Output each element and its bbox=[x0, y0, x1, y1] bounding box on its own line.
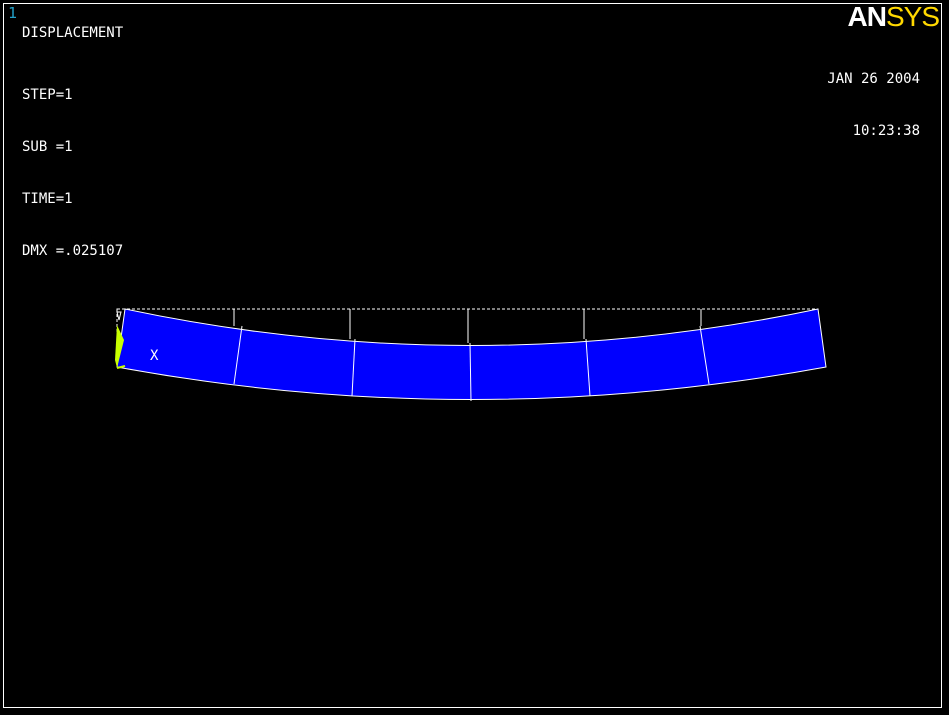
triad-x-label: X bbox=[150, 348, 159, 364]
model-view bbox=[115, 308, 827, 402]
graphics-window[interactable]: 1 DISPLACEMENT STEP=1 SUB =1 TIME=1 DMX … bbox=[0, 0, 949, 715]
support-triangle-icon bbox=[116, 311, 122, 321]
deformed-beam bbox=[116, 308, 827, 400]
